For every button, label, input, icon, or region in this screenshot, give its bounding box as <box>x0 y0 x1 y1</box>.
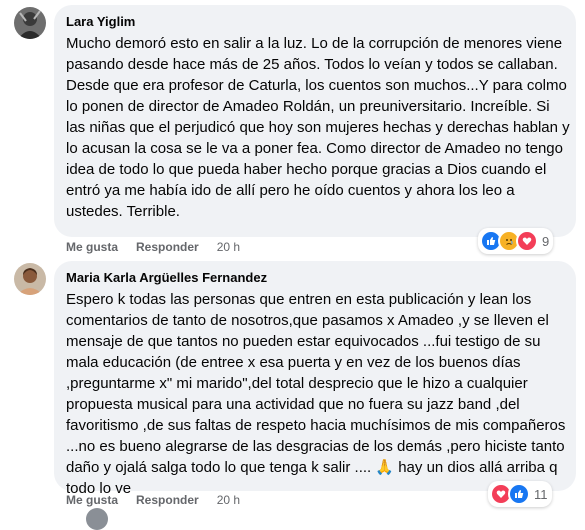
reaction-icons <box>480 230 538 252</box>
avatar[interactable] <box>14 263 46 295</box>
comment-author[interactable]: Maria Karla Argüelles Fernandez <box>66 270 267 285</box>
like-button[interactable]: Me gusta <box>66 493 118 507</box>
reaction-summary[interactable]: 11 <box>488 481 552 507</box>
reply-button[interactable]: Responder <box>136 493 199 507</box>
avatar-photo-icon <box>14 7 46 39</box>
reaction-icons <box>490 483 530 505</box>
avatar-photo-icon <box>14 263 46 295</box>
comment-bubble: Maria Karla Argüelles Fernandez Espero k… <box>54 261 576 497</box>
comment-timestamp[interactable]: 20 h <box>217 493 240 507</box>
avatar[interactable] <box>14 7 46 39</box>
comment-actions: Me gusta Responder 20 h <box>66 240 240 254</box>
like-icon <box>508 483 530 505</box>
comment-author[interactable]: Lara Yiglim <box>66 14 135 29</box>
reaction-count: 11 <box>534 486 548 502</box>
comment-bubble: Lara Yiglim Mucho demoró esto en salir a… <box>54 5 576 237</box>
next-comment-avatar[interactable] <box>86 508 108 530</box>
comment-text: Espero k todas las personas que entren e… <box>66 291 566 497</box>
love-icon <box>516 230 538 252</box>
like-button[interactable]: Me gusta <box>66 240 118 254</box>
reaction-summary[interactable]: 9 <box>478 228 554 254</box>
reply-button[interactable]: Responder <box>136 240 199 254</box>
reaction-count: 9 <box>542 233 550 249</box>
comment-actions: Me gusta Responder 20 h <box>66 493 240 507</box>
comment-timestamp[interactable]: 20 h <box>217 240 240 254</box>
comment-text: Mucho demoró esto en salir a la luz. Lo … <box>66 35 570 220</box>
